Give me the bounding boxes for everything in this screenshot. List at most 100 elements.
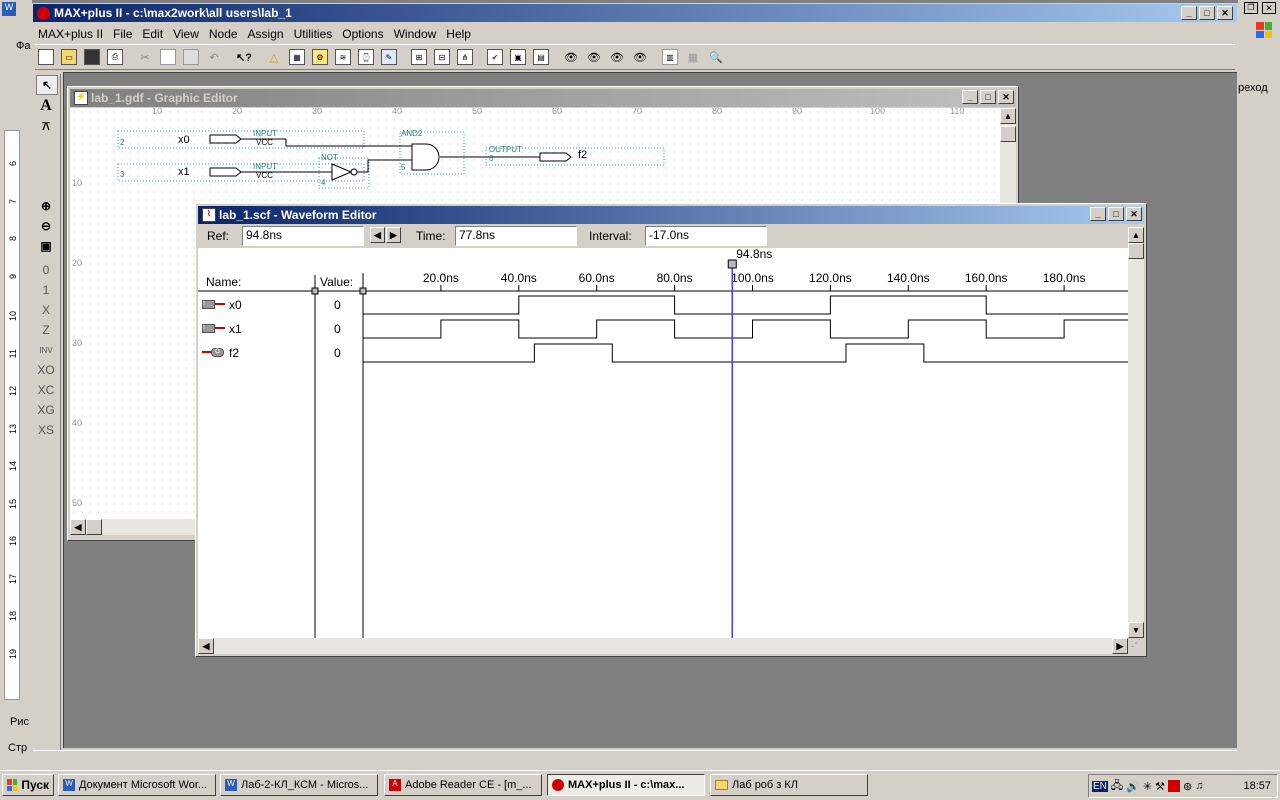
save-icon[interactable] [81, 46, 103, 68]
maximize-button[interactable]: □ [1199, 6, 1215, 20]
scroll-down-arrow-icon[interactable]: ▼ [1128, 622, 1144, 638]
input-pin-x1[interactable] [117, 163, 365, 182]
set-high-icon[interactable]: 1 [35, 280, 57, 300]
restore-icon[interactable]: ❐ [1244, 2, 1258, 14]
tool-icon[interactable]: ⚒ [1155, 780, 1165, 793]
copy-icon[interactable] [157, 46, 179, 68]
floorplan-editor-icon[interactable]: ▦ [286, 46, 308, 68]
paste-icon[interactable] [180, 46, 202, 68]
scroll-right-arrow-icon[interactable]: ▶ [1112, 638, 1128, 654]
save-compile-icon[interactable]: ▣ [507, 46, 529, 68]
language-indicator[interactable]: EN [1092, 780, 1108, 792]
signal-row[interactable]: Ix0 0 [198, 294, 363, 316]
next-transition-icon[interactable]: ▶ [386, 227, 401, 243]
timing-analyzer-icon[interactable]: ⌚ [355, 46, 377, 68]
we-maximize-button[interactable]: □ [1108, 207, 1124, 221]
volume-icon[interactable]: 🔊 [1126, 780, 1140, 793]
ref-field[interactable]: 94.8ns [242, 226, 364, 246]
input-pin-x0[interactable] [117, 130, 365, 149]
security-icon[interactable]: ⊛ [1183, 780, 1192, 793]
compiler-icon[interactable]: ⚙ [309, 46, 331, 68]
cascade-windows-icon[interactable]: ▦ [682, 46, 704, 68]
speaker-icon[interactable]: ♫ [1195, 780, 1203, 792]
overwrite-sequence-icon[interactable]: XS [35, 420, 57, 440]
zoom-out-icon[interactable]: ⊖ [35, 216, 57, 236]
menu-utilities[interactable]: Utilities [289, 27, 338, 41]
graphic-editor-title-bar[interactable]: ⚡ lab_1.gdf - Graphic Editor _ □ ✕ [70, 89, 1016, 107]
prev-transition-icon[interactable]: ◀ [370, 227, 385, 243]
open-file-icon[interactable]: ▭ [58, 46, 80, 68]
menu-file[interactable]: File [108, 27, 137, 41]
selection-tool-icon[interactable]: ↖ [36, 75, 58, 95]
adobe-tray-icon[interactable] [1167, 780, 1180, 792]
signal-row[interactable]: Of2 0 [198, 342, 363, 364]
close-icon[interactable]: ✕ [1262, 2, 1276, 14]
save-check-icon[interactable]: ✔ [484, 46, 506, 68]
waveform-editor-title-bar[interactable]: ⌇ lab_1.scf - Waveform Editor _ □ ✕ [198, 206, 1144, 224]
hierarchy-tree-icon[interactable]: ⋔ [454, 46, 476, 68]
overwrite-count-icon[interactable]: XC [35, 380, 57, 400]
text-tool-icon[interactable]: A [35, 96, 57, 116]
undo-icon[interactable]: ↶ [203, 46, 225, 68]
start-button[interactable]: Пуск [2, 774, 54, 796]
signal-row[interactable]: Ix1 0 [198, 318, 363, 340]
menu-help[interactable]: Help [441, 27, 476, 41]
waveform-x1[interactable] [363, 319, 1128, 339]
we-horizontal-scrollbar[interactable]: ◀ ▶ [198, 638, 1128, 654]
context-help-icon[interactable]: ↖? [233, 46, 255, 68]
waveform-x0[interactable] [363, 295, 1128, 315]
print-icon[interactable]: ⎙ [104, 46, 126, 68]
find-node-source-icon[interactable]: 👁 [583, 46, 605, 68]
scroll-up-arrow-icon[interactable]: ▲ [1128, 227, 1144, 243]
waveform-f2[interactable] [363, 343, 1128, 363]
hierarchy-up-icon[interactable]: ⊟ [431, 46, 453, 68]
zoom-search-icon[interactable]: 🔍 [705, 46, 727, 68]
close-button[interactable]: ✕ [1217, 6, 1233, 20]
taskbar-button-word-lab[interactable]: W Лаб-2-КЛ_КСМ - Micros... [220, 774, 378, 796]
invert-icon[interactable]: INV [35, 340, 57, 360]
set-undefined-icon[interactable]: X [35, 300, 57, 320]
we-vertical-scrollbar[interactable]: ▲ ▼ [1128, 227, 1144, 638]
find-node-icon[interactable]: 👁 [560, 46, 582, 68]
zoom-in-icon[interactable]: ⊕ [35, 196, 57, 216]
overwrite-clock-icon[interactable]: XO [35, 360, 57, 380]
scroll-thumb[interactable] [86, 519, 102, 535]
we-close-button[interactable]: ✕ [1126, 207, 1142, 221]
menu-node[interactable]: Node [204, 27, 243, 41]
simulator-icon[interactable]: ≋ [332, 46, 354, 68]
find-node-timing-icon[interactable]: 👁 [629, 46, 651, 68]
save-simulate-icon[interactable]: ▤ [530, 46, 552, 68]
open-hierarchy-icon[interactable]: ⊞ [408, 46, 430, 68]
waveform-area[interactable]: Name: Value: 20.0ns 40.0ns 60.0ns 80.0ns 100… [198, 248, 1128, 638]
interval-field[interactable]: -17.0ns [645, 226, 767, 246]
taskbar-button-maxplus[interactable]: MAX+plus II - c:\max... [547, 774, 705, 796]
main-title-bar[interactable]: MAX+plus II - c:\max2work\all users\lab_… [33, 4, 1237, 22]
not-gate[interactable] [318, 157, 412, 189]
network-icon[interactable]: 🖧 [1111, 777, 1123, 796]
taskbar-button-adobe[interactable]: A Adobe Reader CE - [m_... [384, 774, 542, 796]
taskbar-button-word-doc[interactable]: W Документ Microsoft Wor... [58, 774, 216, 796]
usb-icon[interactable]: ✳ [1143, 780, 1152, 793]
fit-window-icon[interactable]: ▣ [35, 236, 57, 256]
hierarchy-display-icon[interactable]: △ [263, 46, 285, 68]
menu-assign[interactable]: Assign [243, 27, 289, 41]
scroll-thumb[interactable] [1000, 126, 1016, 142]
scroll-left-arrow-icon[interactable]: ◀ [198, 638, 214, 654]
menu-maxplus[interactable]: MAX+plus II [33, 27, 108, 41]
ge-minimize-button[interactable]: _ [962, 90, 978, 104]
overwrite-group-icon[interactable]: XG [35, 400, 57, 420]
set-highz-icon[interactable]: Z [35, 320, 57, 340]
cut-icon[interactable]: ✂ [134, 46, 156, 68]
reference-cursor-handle[interactable] [727, 259, 737, 269]
ge-close-button[interactable]: ✕ [998, 90, 1014, 104]
clock[interactable]: 18:57 [1243, 780, 1271, 792]
scroll-left-arrow-icon[interactable]: ◀ [70, 519, 86, 535]
taskbar-button-folder[interactable]: Лаб роб з КЛ [710, 774, 868, 796]
menu-options[interactable]: Options [337, 27, 388, 41]
we-minimize-button[interactable]: _ [1090, 207, 1106, 221]
ge-maximize-button[interactable]: □ [980, 90, 996, 104]
connect-tool-icon[interactable]: ⚻ [35, 116, 57, 136]
time-field[interactable]: 77.8ns [455, 226, 577, 246]
resize-grip-icon[interactable]: ⋰ [1128, 638, 1144, 654]
menu-edit[interactable]: Edit [137, 27, 168, 41]
